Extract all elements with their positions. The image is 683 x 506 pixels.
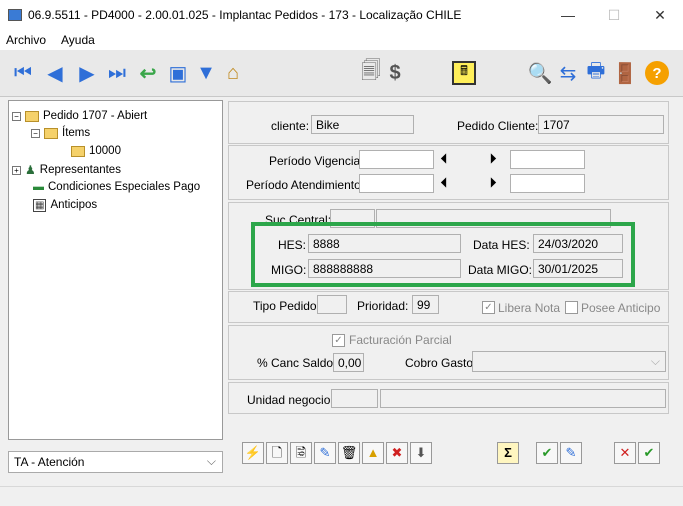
- highlight-box: [251, 222, 635, 287]
- prev-record-icon[interactable]: ◀: [44, 60, 66, 86]
- prioridad-label: Prioridad:: [357, 299, 409, 313]
- facturacion-parcial-checkbox[interactable]: ✓: [332, 334, 345, 347]
- libera-nota-checkbox[interactable]: ✓: [482, 301, 495, 314]
- tree-panel: − Pedido 1707 - Abiert − Ítems 10000 + ♟…: [8, 100, 223, 440]
- tree-icon[interactable]: ⇆: [556, 60, 580, 86]
- help-icon[interactable]: ?: [645, 61, 669, 85]
- tree-label: Condiciones Especiales Pago: [48, 181, 201, 193]
- cobro-gasto-select[interactable]: ⌵: [472, 351, 666, 372]
- unidad-code-field[interactable]: [331, 389, 378, 408]
- check-icon[interactable]: ✔: [536, 442, 558, 464]
- atendimiento-end-field[interactable]: [510, 174, 585, 193]
- folder-up-icon[interactable]: ▲: [362, 442, 384, 464]
- tree-item-pedido[interactable]: − Pedido 1707 - Abiert: [12, 108, 147, 124]
- chevron-down-icon: ⌵: [206, 454, 216, 468]
- cliente-field[interactable]: Bike: [311, 115, 414, 134]
- delete-icon[interactable]: ✖: [386, 442, 408, 464]
- toolbar: [0, 50, 683, 97]
- tree-label: 10000: [89, 145, 121, 157]
- facturacion-parcial-label: Facturación Parcial: [349, 333, 452, 347]
- atendimiento-start-field[interactable]: [359, 174, 434, 193]
- trash-icon[interactable]: 🗑: [338, 442, 360, 464]
- menu-ayuda[interactable]: Ayuda: [61, 33, 95, 47]
- unidad-negocio-label: Unidad negocio:: [247, 393, 334, 407]
- cobro-gasto-label: Cobro Gasto:: [405, 356, 477, 370]
- prioridad-field[interactable]: 99: [412, 295, 439, 314]
- tree-item-condiciones[interactable]: ▬ Condiciones Especiales Pago: [33, 179, 200, 195]
- confirm-icon[interactable]: ✔: [638, 442, 660, 464]
- calendar-last-icon[interactable]: ⏵: [486, 151, 500, 167]
- tree-label: Anticipos: [50, 199, 98, 211]
- tree-item-anticipos[interactable]: ▦ Anticipos: [33, 197, 97, 213]
- calendar-last-icon[interactable]: ⏵: [486, 175, 500, 191]
- download-icon[interactable]: ⬇: [410, 442, 432, 464]
- calculator-icon[interactable]: 🖩: [452, 61, 476, 85]
- expand-icon[interactable]: +: [12, 165, 21, 175]
- atendimiento-label: Período Atendimiento:: [246, 178, 365, 192]
- last-record-icon[interactable]: ⏭: [104, 60, 130, 86]
- copy-icon[interactable]: 🗟: [290, 442, 312, 464]
- tree-item-items[interactable]: − Ítems: [31, 125, 90, 141]
- vigencia-end-field[interactable]: [510, 150, 585, 169]
- sigma-icon[interactable]: Σ: [497, 442, 519, 464]
- cliente-label: cliente:: [271, 119, 310, 133]
- collapse-icon[interactable]: −: [31, 128, 40, 138]
- collapse-icon[interactable]: −: [12, 111, 21, 121]
- tree-filter-select[interactable]: TA - Atención ⌵: [8, 451, 223, 473]
- select-value: TA - Atención: [14, 455, 85, 469]
- tree-item-representantes[interactable]: + ♟ Representantes: [12, 162, 121, 178]
- folder-icon: [71, 145, 85, 157]
- status-bar: [0, 486, 683, 506]
- close-button[interactable]: ✕: [637, 0, 683, 30]
- vigencia-label: Período Vigencia:: [269, 154, 364, 168]
- folder-icon: [25, 110, 39, 122]
- money-icon: ▬: [33, 181, 44, 193]
- pedido-cliente-field[interactable]: 1707: [538, 115, 664, 134]
- canc-saldo-field[interactable]: 0,00: [333, 353, 364, 372]
- exit-icon[interactable]: 🚪: [613, 60, 638, 86]
- canc-saldo-label: % Canc Saldo:: [257, 356, 337, 370]
- print-icon[interactable]: 🖶: [584, 60, 608, 86]
- minimize-button[interactable]: —: [545, 0, 591, 30]
- tree-label: Representantes: [39, 164, 121, 176]
- window-title: 06.9.5511 - PD4000 - 2.00.01.025 - Impla…: [28, 8, 462, 22]
- search-icon[interactable]: 🔍: [528, 60, 553, 86]
- folder-icon: [44, 127, 58, 139]
- screen-icon[interactable]: ▣: [166, 60, 190, 86]
- edit-document-icon[interactable]: ✎: [560, 442, 582, 464]
- tipo-pedido-label: Tipo Pedido:: [253, 299, 320, 313]
- maximize-button[interactable]: ☐: [591, 0, 637, 30]
- lightning-icon[interactable]: ⚡: [242, 442, 264, 464]
- calendar-first-icon[interactable]: ⏴: [437, 175, 451, 191]
- return-icon[interactable]: ↩: [134, 60, 162, 86]
- home-icon[interactable]: ⌂: [220, 60, 246, 86]
- vigencia-start-field[interactable]: [359, 150, 434, 169]
- tree-label: Ítems: [62, 127, 91, 139]
- app-icon: [8, 9, 22, 21]
- tree-label: Pedido 1707 - Abiert: [43, 110, 148, 122]
- unidad-name-field[interactable]: [380, 389, 666, 408]
- edit-pencil-icon[interactable]: ✎: [314, 442, 336, 464]
- money-icon[interactable]: $: [384, 60, 406, 86]
- cancel-icon[interactable]: ✕: [614, 442, 636, 464]
- next-record-icon[interactable]: ▶: [76, 60, 98, 86]
- person-icon: ♟: [25, 163, 36, 177]
- tree-item-10000[interactable]: 10000: [71, 143, 121, 159]
- pedido-cliente-label: Pedido Cliente:: [457, 119, 539, 133]
- card-icon: ▦: [33, 198, 47, 212]
- filter-icon[interactable]: ▼: [196, 60, 216, 86]
- new-document-icon[interactable]: 🗋: [266, 442, 288, 464]
- posee-anticipo-checkbox[interactable]: [565, 301, 578, 314]
- libera-nota-label: Libera Nota: [498, 301, 561, 315]
- calendar-first-icon[interactable]: ⏴: [437, 151, 451, 167]
- first-record-icon[interactable]: ⏮: [10, 60, 36, 86]
- tipo-pedido-field[interactable]: [317, 295, 347, 314]
- clipboard-icon[interactable]: 🗐: [360, 60, 382, 86]
- posee-anticipo-label: Posee Anticipo: [581, 301, 661, 315]
- chevron-down-icon: ⌵: [650, 354, 660, 368]
- menu-bar: [0, 30, 683, 50]
- menu-archivo[interactable]: Archivo: [6, 33, 46, 47]
